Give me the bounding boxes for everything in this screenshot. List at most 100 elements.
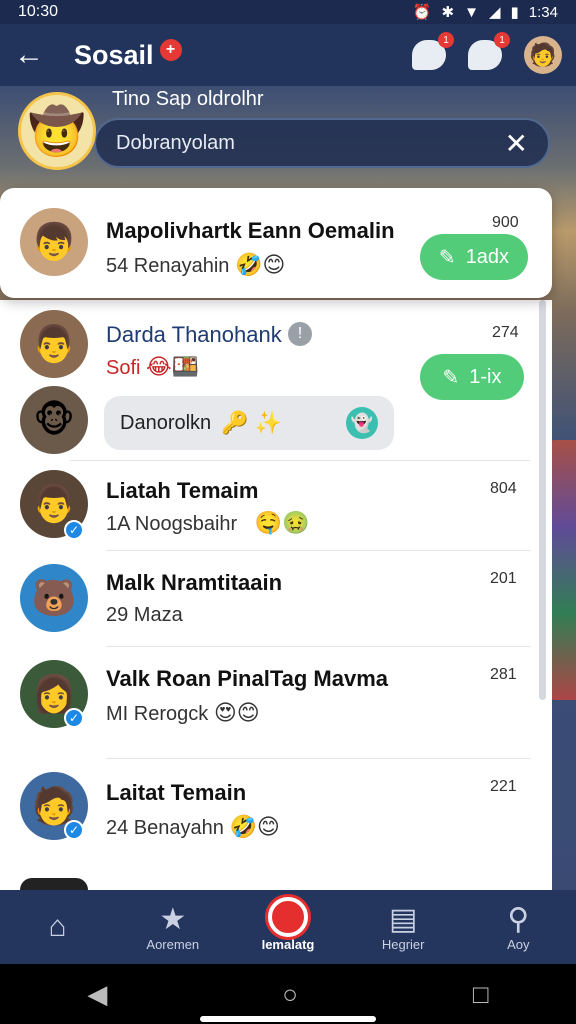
divider bbox=[70, 460, 530, 461]
nav-label: Hegrier bbox=[381, 936, 425, 952]
chat-name: Mapolivhartk Eann Oemalin bbox=[106, 218, 395, 243]
verified-icon: ✓ bbox=[64, 820, 84, 840]
nav-home[interactable]: ⌂ bbox=[8, 910, 108, 944]
reply-button[interactable]: ✎ 1adx bbox=[420, 234, 528, 280]
avatar: 🐵 bbox=[20, 386, 88, 454]
notification-badge: 1 bbox=[438, 32, 454, 48]
bluetooth-icon: ✱ bbox=[441, 4, 455, 21]
reply-button-label: 1-ix bbox=[469, 365, 502, 388]
chat-name: Laitat Temain bbox=[106, 780, 247, 805]
status-time: 10:30 bbox=[18, 3, 59, 20]
emoji-icon: 🔑 ✨ bbox=[221, 410, 283, 435]
chat-time: 274 bbox=[492, 324, 519, 341]
chat-name: Malk Nramtitaain bbox=[106, 570, 283, 595]
nav-label: Aoy bbox=[507, 936, 530, 952]
verified-icon: ✓ bbox=[64, 708, 84, 728]
search-icon: ⚲ bbox=[507, 903, 530, 936]
emoji-icon: 🤤🤢 bbox=[254, 510, 310, 535]
recents-square-icon[interactable]: □ bbox=[473, 979, 489, 1010]
ghost-icon: 👻 bbox=[346, 407, 378, 439]
signal-icon: ◢ bbox=[488, 4, 501, 21]
home-circle-icon[interactable]: ○ bbox=[282, 979, 298, 1010]
bubble-text: Danorolkn bbox=[120, 411, 212, 434]
avatar: 🐻 bbox=[20, 564, 88, 632]
nav-gallery[interactable]: ▤ Hegrier bbox=[353, 903, 453, 952]
avatar: 👦 bbox=[20, 208, 88, 276]
chat-row[interactable]: 👨 Darda Thanohank ! Sofi 😂🍱 274 ✎ 1-ix bbox=[0, 306, 540, 400]
verified-icon: ✓ bbox=[64, 520, 84, 540]
home-icon: ⌂ bbox=[48, 910, 67, 943]
emoji-icon: 🤣😊 bbox=[235, 252, 286, 277]
chat-preview: MI Rerogck 😍😊 bbox=[106, 700, 260, 726]
chat-preview: 54 Renayahin 🤣😊 bbox=[106, 252, 285, 278]
nav-record[interactable]: Iemalatg bbox=[238, 896, 338, 952]
info-icon[interactable]: ! bbox=[288, 322, 312, 346]
nav-search[interactable]: ⚲ Aoy bbox=[468, 903, 568, 952]
header-search-card: ✕ 🤠 Tino Sap oldrolhr bbox=[14, 88, 554, 180]
chat-preview-text: 54 Renayahin bbox=[106, 255, 230, 277]
chat-name: Liatah Temaim bbox=[106, 478, 259, 503]
chat-row[interactable]: 👩 ✓ Valk Roan PinalTag Mavma MI Rerogck … bbox=[0, 656, 540, 756]
chat-preview: 24 Benayahn 🤣😊 bbox=[106, 814, 280, 840]
chat-preview-text: MI Rerogck bbox=[106, 703, 209, 725]
chat-preview-text: Sofi bbox=[106, 357, 141, 379]
chat-time: 900 bbox=[492, 214, 519, 231]
avatar: 👨 bbox=[20, 310, 88, 378]
chat-row-pinned[interactable]: 👦 Mapolivhartk Eann Oemalin 54 Renayahin… bbox=[0, 188, 552, 298]
chat-time: 221 bbox=[490, 778, 517, 795]
chat-preview: 29 Maza bbox=[106, 604, 183, 626]
emoji-icon: 😍😊 bbox=[213, 700, 260, 725]
status-bar: 10:30 ⏰ ✱ ▼ ◢ ▮ 1:34 bbox=[0, 0, 576, 24]
back-arrow-icon[interactable]: ← bbox=[14, 38, 54, 72]
chat-time: 281 bbox=[490, 666, 517, 683]
nav-label: Aoremen bbox=[146, 936, 200, 952]
record-icon bbox=[267, 896, 308, 937]
chat-name: Valk Roan PinalTag Mavma bbox=[106, 666, 389, 691]
close-icon[interactable]: ✕ bbox=[505, 127, 528, 160]
chat-preview-text: 24 Benayahn bbox=[106, 817, 224, 839]
chat-name: Darda Thanohank bbox=[106, 322, 282, 347]
back-triangle-icon[interactable]: ◀ bbox=[87, 979, 107, 1010]
star-icon: ★ bbox=[159, 903, 187, 936]
chat-time: 804 bbox=[490, 480, 517, 497]
edit-icon: ✎ bbox=[442, 366, 460, 389]
character-avatar[interactable]: 🤠 bbox=[18, 92, 96, 170]
avatar-partial bbox=[20, 878, 88, 890]
edit-icon: ✎ bbox=[438, 246, 456, 269]
home-indicator[interactable] bbox=[200, 1016, 376, 1022]
divider bbox=[106, 646, 530, 647]
app-actions: 1 1 🧑 bbox=[412, 32, 562, 74]
status-time-right: 1:34 bbox=[528, 3, 558, 21]
reply-button-label: 1adx bbox=[465, 245, 510, 268]
chat-row[interactable]: 🐻 Malk Nramtitaain 29 Maza 201 bbox=[0, 560, 540, 646]
header-caption: Tino Sap oldrolhr bbox=[112, 88, 264, 110]
status-icons: ⏰ ✱ ▼ ◢ ▮ 1:34 bbox=[412, 3, 558, 22]
emoji-icon: 🤣😊 bbox=[229, 814, 280, 839]
bottom-nav: ⌂ ★ Aoremen Iemalatg ▤ Hegrier ⚲ Aoy bbox=[0, 890, 576, 964]
nav-label: Iemalatg bbox=[261, 936, 315, 952]
chat-bubble-icon[interactable]: 1 bbox=[412, 32, 454, 70]
photo-icon: ▤ bbox=[388, 903, 418, 936]
chat-preview: 1A Noogsbaihr 🤤🤢 bbox=[106, 510, 310, 536]
message-bubble-icon[interactable]: 1 bbox=[468, 32, 510, 70]
profile-avatar[interactable]: 🧑 bbox=[524, 36, 562, 74]
divider bbox=[106, 758, 530, 759]
nav-favorites[interactable]: ★ Aoremen bbox=[123, 903, 223, 952]
chat-row[interactable]: 🧑 ✓ Laitat Temain 24 Benayahn 🤣😊 221 bbox=[0, 770, 540, 870]
wifi-icon: ▼ bbox=[464, 3, 479, 21]
system-nav: ◀ ○ □ bbox=[0, 964, 576, 1024]
chat-row[interactable]: 👨 ✓ Liatah Temaim 1A Noogsbaihr 🤤🤢 804 bbox=[0, 466, 540, 550]
chat-time: 201 bbox=[490, 570, 517, 587]
reply-button[interactable]: ✎ 1-ix bbox=[420, 354, 524, 400]
app-title: Sosail bbox=[74, 39, 154, 70]
alarm-icon: ⏰ bbox=[412, 4, 432, 21]
scrollbar[interactable] bbox=[539, 300, 546, 700]
divider bbox=[106, 550, 530, 551]
title-badge: + bbox=[159, 39, 182, 61]
message-bubble[interactable]: Danorolkn 🔑 ✨ 👻 bbox=[104, 396, 394, 450]
app-bar: ← Sosail + 1 1 🧑 bbox=[0, 24, 576, 86]
search-input[interactable] bbox=[116, 131, 505, 155]
chat-preview: Sofi 😂🍱 bbox=[106, 354, 199, 380]
battery-icon: ▮ bbox=[510, 4, 519, 21]
search-box[interactable]: ✕ bbox=[94, 118, 550, 168]
